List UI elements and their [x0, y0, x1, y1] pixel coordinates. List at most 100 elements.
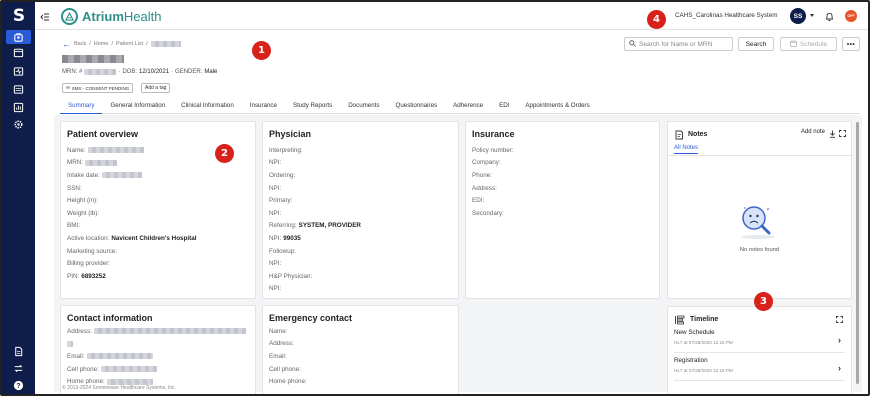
tab-adherence[interactable]: Adherence [445, 98, 491, 114]
schedule-button[interactable]: Schedule [780, 37, 837, 51]
cell-phone-field: Cell phone: [269, 365, 301, 373]
add-tag-button[interactable]: Add a tag [141, 83, 171, 93]
breadcrumb-separator: / [111, 41, 113, 47]
tab-documents[interactable]: Documents [340, 98, 387, 114]
secondary-field: Secondary: [472, 209, 504, 217]
timeline-title: Timeline [690, 316, 719, 323]
scrollbar[interactable] [856, 122, 859, 384]
status-badge[interactable]: OFF [845, 10, 857, 22]
timeline-item[interactable]: New Schedule HL7 at 07/25/2024 12:15 PM … [674, 329, 845, 353]
dob-value: 12/10/2021 [139, 69, 170, 75]
brand-logo[interactable]: AtriumHealth [61, 7, 161, 25]
redacted-value [100, 366, 157, 373]
contact-information-card: Contact information Address: Email: Cell… [60, 305, 256, 394]
more-options-button[interactable]: ••• [842, 37, 860, 51]
gender-label: GENDER: [175, 69, 203, 75]
search-button[interactable]: Search [738, 37, 774, 51]
npi-field: NPI: [269, 159, 282, 167]
address-field: Address: [472, 184, 497, 192]
timeline-card: Timeline New Schedule HL7 at 07/25/2024 … [667, 306, 852, 394]
marketing-source-field: Marketing source: [67, 247, 118, 255]
document-icon[interactable] [12, 345, 24, 357]
field-list: Address: Email: Cell phone: Home phone: [67, 325, 246, 388]
add-note-button[interactable]: Add note [801, 129, 825, 135]
gender-value: Male [204, 69, 218, 75]
callout-marker-1: 1 [252, 41, 271, 60]
download-icon[interactable] [829, 130, 836, 138]
timeline-icon [674, 315, 685, 325]
redacted-value [93, 328, 246, 335]
ordering-field: Ordering: [269, 171, 296, 179]
chevron-right-icon[interactable]: › [838, 363, 841, 373]
copyright-footer: © 2013-2024 Somnoware Healthcare Systems… [62, 385, 177, 391]
calendar-icon[interactable] [12, 46, 24, 58]
tag-label: SMS - CONSENT PENDING [71, 85, 130, 91]
tab-appointments-orders[interactable]: Appointments & Orders [517, 98, 597, 114]
reports-icon[interactable] [12, 101, 24, 113]
timeline-item-subtitle: HL7 at 07/25/2024 12:15 PM [674, 368, 733, 373]
referring-field: Referring: SYSTEM, PROVIDER [269, 222, 361, 230]
tab-study-reports[interactable]: Study Reports [285, 98, 340, 114]
mrn-field: MRN: [67, 157, 196, 170]
address-line-2 [67, 338, 246, 351]
help-icon[interactable]: ? [12, 379, 24, 391]
tab-questionnaires[interactable]: Questionnaires [388, 98, 446, 114]
npi-field: NPI: [269, 184, 282, 192]
settings-icon[interactable] [12, 118, 24, 130]
transfer-icon[interactable] [12, 362, 24, 374]
tab-edi[interactable]: EDI [491, 98, 517, 114]
tab-general-information[interactable]: General Information [102, 98, 173, 114]
empty-notes-illustration-icon [736, 202, 780, 242]
expand-icon[interactable] [836, 316, 843, 323]
timeline-item[interactable]: Registration HL7 at 07/25/2024 12:15 PM … [674, 357, 845, 381]
ssn-field: SSN: [67, 184, 82, 192]
bell-icon[interactable] [824, 11, 835, 22]
search-input[interactable] [639, 40, 729, 48]
tab-all-notes[interactable]: All Notes [674, 145, 699, 154]
expand-icon[interactable] [839, 130, 846, 137]
back-arrow-icon[interactable]: ← [62, 40, 71, 49]
insurance-card: Insurance Policy number: Company: Phone:… [465, 121, 660, 299]
sms-consent-tag[interactable]: ✉ SMS - CONSENT PENDING [62, 83, 134, 93]
callout-marker-4: 4 [647, 10, 666, 29]
patient-list-link[interactable]: Patient List [116, 41, 143, 47]
npi-field: NPI: [269, 285, 282, 293]
height-field: Height (in): [67, 197, 98, 205]
notes-icon [674, 130, 684, 140]
weight-field: Weight (lb): [67, 209, 100, 217]
breadcrumb-separator: / [146, 41, 148, 47]
user-avatar[interactable]: SS [790, 8, 806, 24]
chevron-down-icon[interactable] [810, 14, 814, 17]
app-logo[interactable]: S [11, 6, 27, 26]
imaging-icon[interactable] [12, 83, 24, 95]
tab-summary[interactable]: Summary [60, 98, 103, 114]
card-title: Patient overview [67, 129, 139, 139]
hp-physician-field: H&P Physician: [269, 272, 313, 280]
top-bar: AtriumHealth CAHS_Carolinas Healthcare S… [35, 2, 868, 30]
billing-provider-field: Billing provider: [67, 260, 111, 268]
home-link[interactable]: Home [94, 41, 109, 47]
mrn-label: MRN: # [62, 69, 83, 75]
emergency-contact-card: Emergency contact Name: Address: Email: … [262, 305, 459, 394]
callout-marker-2: 2 [215, 144, 234, 163]
left-nav-rail: S ? [2, 2, 35, 394]
patient-crumb-redacted [150, 41, 181, 47]
empty-notes-message: No notes found [739, 247, 780, 253]
chevron-right-icon[interactable]: › [838, 335, 841, 345]
separator: · [171, 69, 174, 75]
field-list: Interpreting: NPI: Ordering: NPI: Primar… [269, 144, 361, 295]
tab-clinical-information[interactable]: Clinical Information [173, 98, 242, 114]
callout-marker-3: 3 [754, 292, 773, 311]
patients-icon[interactable] [6, 30, 31, 44]
back-link[interactable]: Back [74, 41, 86, 47]
monitor-icon[interactable] [12, 65, 24, 77]
org-name[interactable]: CAHS_Carolinas Healthcare System [675, 12, 778, 19]
tab-insurance[interactable]: Insurance [242, 98, 285, 114]
home-phone-field: Home phone: [269, 378, 307, 386]
cell-phone-field: Cell phone: [67, 363, 246, 376]
address-field: Address: [67, 325, 246, 338]
svg-text:?: ? [16, 382, 20, 389]
redacted-value [67, 340, 73, 347]
search-field[interactable] [624, 37, 733, 51]
redacted-value [101, 172, 142, 179]
